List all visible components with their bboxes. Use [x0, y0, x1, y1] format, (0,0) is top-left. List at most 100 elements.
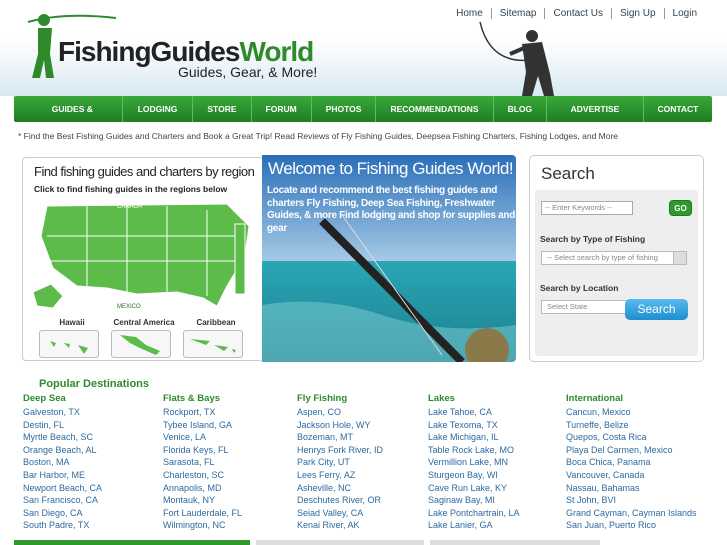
location-select-value: Select State: [547, 302, 588, 311]
banner-text: Locate and recommend the best fishing gu…: [267, 185, 515, 234]
region-hawaii[interactable]: Hawaii: [39, 318, 105, 358]
column-heading: Flats & Bays: [163, 393, 221, 404]
destination-link[interactable]: Florida Keys, FL: [163, 444, 242, 457]
destination-link[interactable]: Lake Tahoe, CA: [428, 406, 520, 419]
destination-link[interactable]: Cave Run Lake, KY: [428, 482, 520, 495]
destination-link[interactable]: Jackson Hole, WY: [297, 419, 383, 432]
region-central-america-label: Central America: [113, 318, 175, 327]
nav-guides-charters[interactable]: GUIDES & CHARTERS: [14, 96, 123, 140]
destination-link[interactable]: Lake Pontchartrain, LA: [428, 507, 520, 520]
region-caribbean-label: Caribbean: [196, 318, 236, 327]
destination-link[interactable]: Vancouver, Canada: [566, 469, 697, 482]
region-caribbean[interactable]: Caribbean: [183, 318, 249, 358]
destination-link[interactable]: Fort Lauderdale, FL: [163, 507, 242, 520]
region-central-america[interactable]: Central America: [111, 318, 177, 358]
destination-link[interactable]: San Diego, CA: [23, 507, 102, 520]
welcome-banner[interactable]: Welcome to Fishing Guides World! Locate …: [262, 155, 516, 362]
keywords-input[interactable]: -- Enter Keywords --: [541, 201, 633, 215]
destination-link[interactable]: St John, BVI: [566, 494, 697, 507]
nav-contact-us[interactable]: CONTACT US: [644, 96, 712, 140]
destination-link[interactable]: Bar Harbor, ME: [23, 469, 102, 482]
destination-link[interactable]: Asheville, NC: [297, 482, 383, 495]
nav-blog[interactable]: BLOG: [494, 96, 548, 122]
destination-link[interactable]: Nassau, Bahamas: [566, 482, 697, 495]
destination-link[interactable]: Lake Texoma, TX: [428, 419, 520, 432]
destination-link[interactable]: Kenai River, AK: [297, 519, 383, 532]
destination-link[interactable]: Charleston, SC: [163, 469, 242, 482]
destination-link[interactable]: Rockport, TX: [163, 406, 242, 419]
destination-link[interactable]: Vermillion Lake, MN: [428, 456, 520, 469]
caribbean-map-icon: [183, 330, 243, 358]
destination-link[interactable]: South Padre, TX: [23, 519, 102, 532]
nav-store[interactable]: STORE: [193, 96, 252, 122]
destination-link[interactable]: Cancun, Mexico: [566, 406, 697, 419]
destination-link[interactable]: Wilmington, NC: [163, 519, 242, 532]
column-heading: Deep Sea: [23, 393, 66, 404]
destination-link[interactable]: Henrys Fork River, ID: [297, 444, 383, 457]
nav-lodging[interactable]: LODGING: [123, 96, 194, 122]
logo-tagline: Guides, Gear, & More!: [178, 64, 318, 80]
destination-link[interactable]: Deschutes River, OR: [297, 494, 383, 507]
destination-link[interactable]: Aspen, CO: [297, 406, 383, 419]
search-button[interactable]: Search: [625, 299, 688, 320]
nav-recommendations[interactable]: RECOMMENDATIONS: [376, 96, 494, 122]
destination-link[interactable]: Lees Ferry, AZ: [297, 469, 383, 482]
popular-destinations-title: Popular Destinations: [39, 378, 150, 390]
region-hawaii-label: Hawaii: [59, 318, 85, 327]
page-tagline: * Find the Best Fishing Guides and Chart…: [18, 131, 619, 141]
login-link[interactable]: Login: [663, 8, 705, 19]
type-of-fishing-select-value: -- Select search by type of fishing: [547, 253, 658, 262]
destination-link[interactable]: Galveston, TX: [23, 406, 102, 419]
nav-photos[interactable]: PHOTOS: [312, 96, 377, 122]
destination-link[interactable]: Saginaw Bay, MI: [428, 494, 520, 507]
destination-link[interactable]: San Francisco, CA: [23, 494, 102, 507]
destination-link[interactable]: Montauk, NY: [163, 494, 242, 507]
destination-link[interactable]: Annapolis, MD: [163, 482, 242, 495]
destination-link[interactable]: Bozeman, MT: [297, 431, 383, 444]
site-logo[interactable]: FishingGuidesWorld Guides, Gear, & More!: [24, 10, 324, 82]
map-panel-subtitle: Click to find fishing guides in the regi…: [34, 184, 228, 194]
contact-us-link[interactable]: Contact Us: [544, 8, 610, 19]
destination-link[interactable]: Venice, LA: [163, 431, 242, 444]
type-of-fishing-label: Search by Type of Fishing: [540, 234, 646, 244]
sitemap-link[interactable]: Sitemap: [490, 8, 545, 19]
sign-up-link[interactable]: Sign Up: [610, 8, 664, 19]
destination-link[interactable]: San Juan, Puerto Rico: [566, 519, 697, 532]
column-heading: International: [566, 393, 624, 404]
destination-link[interactable]: Myrtle Beach, SC: [23, 431, 102, 444]
destination-link[interactable]: Boston, MA: [23, 456, 102, 469]
banner-title: Welcome to Fishing Guides World!: [268, 159, 514, 178]
destination-link[interactable]: Quepos, Costa Rica: [566, 431, 697, 444]
destination-link[interactable]: Lake Michigan, IL: [428, 431, 520, 444]
map-panel-title: Find fishing guides and charters by regi…: [34, 164, 255, 179]
destination-link[interactable]: Sturgeon Bay, WI: [428, 469, 520, 482]
destination-link[interactable]: Park City, UT: [297, 456, 383, 469]
nav-forum[interactable]: FORUM: [252, 96, 312, 122]
destination-link[interactable]: Newport Beach, CA: [23, 482, 102, 495]
destination-link[interactable]: Sarasota, FL: [163, 456, 242, 469]
search-title: Search: [541, 164, 595, 183]
destination-link[interactable]: Destin, FL: [23, 419, 102, 432]
us-map[interactable]: CANADA MEXICO: [27, 196, 259, 316]
go-button[interactable]: GO: [669, 200, 692, 216]
destination-link[interactable]: Turneffe, Belize: [566, 419, 697, 432]
destination-link[interactable]: Playa Del Carmen, Mexico: [566, 444, 697, 457]
footer-bar: [256, 540, 424, 545]
destination-link[interactable]: Orange Beach, AL: [23, 444, 102, 457]
international-column: International Cancun, Mexico Turneffe, B…: [566, 393, 697, 532]
destination-link[interactable]: Boca Chica, Panama: [566, 456, 697, 469]
nav-advertise[interactable]: ADVERTISE WITH US: [547, 96, 644, 140]
hawaii-map-icon: [39, 330, 99, 358]
footer-bar: [430, 540, 600, 545]
deep-sea-column: Deep Sea Galveston, TX Destin, FL Myrtle…: [23, 393, 102, 532]
destination-link[interactable]: Tybee Island, GA: [163, 419, 242, 432]
destination-link[interactable]: Table Rock Lake, MO: [428, 444, 520, 457]
destination-link[interactable]: Seiad Valley, CA: [297, 507, 383, 520]
footer-bar: [14, 540, 250, 545]
type-of-fishing-select[interactable]: -- Select search by type of fishing: [541, 251, 687, 265]
central-america-map-icon: [111, 330, 171, 358]
home-link[interactable]: Home: [448, 8, 491, 19]
top-links: Home Sitemap Contact Us Sign Up Login: [448, 8, 705, 19]
destination-link[interactable]: Lake Lanier, GA: [428, 519, 520, 532]
destination-link[interactable]: Grand Cayman, Cayman Islands: [566, 507, 697, 520]
